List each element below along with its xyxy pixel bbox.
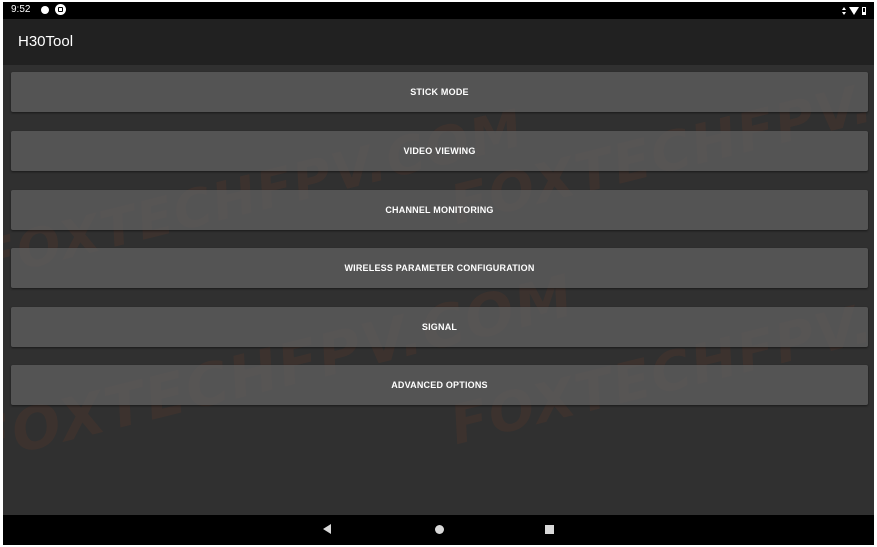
notification-icon [55, 4, 66, 15]
device-screen: 9:52 H30Tool FOXTECHFPV.COM FOXTECHFPV.C… [3, 2, 874, 545]
app-title: H30Tool [18, 33, 74, 50]
recents-icon[interactable] [545, 525, 554, 534]
video-viewing-button[interactable]: VIDEO VIEWING [11, 131, 868, 171]
main-content: FOXTECHFPV.COM FOXTECHFPV.COM FOXTECHFPV… [3, 65, 874, 515]
app-bar: H30Tool [3, 19, 874, 65]
stick-mode-button[interactable]: STICK MODE [11, 72, 868, 112]
wifi-icon [849, 6, 859, 15]
status-icons [842, 5, 866, 16]
home-icon[interactable] [435, 525, 444, 534]
battery-icon [862, 6, 866, 15]
status-time: 9:52 [11, 4, 31, 15]
notification-dot-icon [41, 6, 49, 14]
navigation-bar [3, 515, 874, 545]
advanced-options-button[interactable]: ADVANCED OPTIONS [11, 365, 868, 405]
back-icon[interactable] [323, 524, 331, 534]
status-bar: 9:52 [3, 2, 874, 19]
signal-button[interactable]: SIGNAL [11, 307, 868, 347]
wireless-parameter-configuration-button[interactable]: WIRELESS PARAMETER CONFIGURATION [11, 248, 868, 288]
channel-monitoring-button[interactable]: CHANNEL MONITORING [11, 190, 868, 230]
data-arrows-icon [842, 6, 846, 15]
